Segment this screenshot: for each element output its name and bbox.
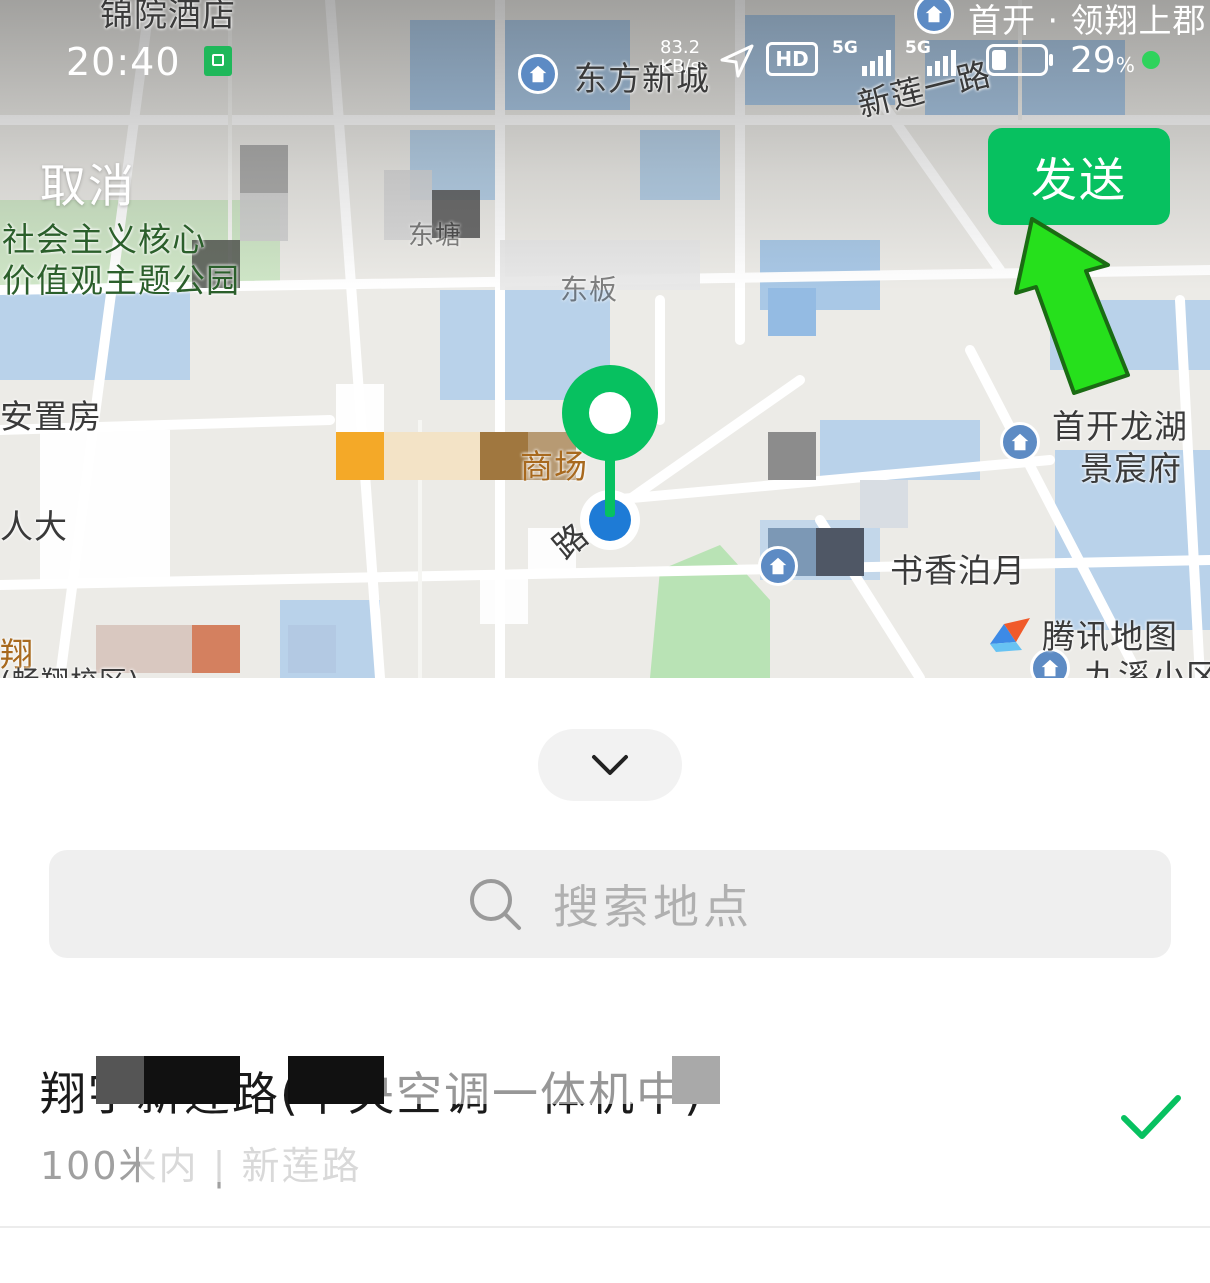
location-pin-icon [562, 365, 658, 550]
search-icon [470, 879, 521, 930]
battery-fill [992, 50, 1006, 70]
annotation-arrow-icon [1014, 217, 1130, 395]
hd-badge: HD [766, 42, 818, 76]
location-result-item[interactable]: 翔宇新莲路(中央空调一体机中) 100米内 | 新莲路 [0, 1030, 1210, 1226]
privacy-blur [140, 1134, 560, 1182]
map-label-dongtang: 东塘 [408, 221, 463, 251]
tencent-map-logo-icon [990, 618, 1030, 652]
map-label-longhu-1: 首开龙湖 [1052, 407, 1188, 446]
cancel-button[interactable]: 取消 [40, 150, 136, 216]
poi-home-icon [518, 54, 558, 94]
search-location-input[interactable]: 搜索地点 [49, 850, 1171, 958]
map-label-anzhifang: 安置房 [0, 397, 102, 436]
battery-percent: 29% [1070, 40, 1135, 81]
map-label-lingxiang: 首开 · 领翔上郡 [968, 1, 1207, 40]
map-label-hotel: 锦院酒店 [100, 0, 236, 34]
privacy-blur [144, 1056, 240, 1104]
collapse-sheet-button[interactable] [538, 729, 682, 801]
notification-app-icon [204, 46, 232, 76]
privacy-blur [288, 1056, 384, 1104]
network-speed: 83.2 KB/s [660, 38, 700, 76]
network-speed-value: 83.2 [660, 37, 701, 58]
privacy-indicator-dot [1142, 51, 1160, 69]
map-label-dongban: 东板 [560, 273, 619, 306]
battery-percent-unit: % [1115, 53, 1135, 77]
map-label-longhu-2: 景宸府 [1080, 449, 1182, 488]
privacy-blur [96, 1056, 144, 1104]
list-divider [0, 1226, 1210, 1228]
map-label-park-2: 价值观主题公园 [2, 261, 240, 300]
map-label-shuxiang: 书香泊月 [890, 551, 1026, 590]
search-placeholder: 搜索地点 [553, 880, 753, 934]
battery-icon [986, 44, 1054, 76]
signal-strength-icon [927, 50, 956, 76]
map-label-ren: 人大 [0, 507, 68, 546]
chevron-down-icon [592, 755, 628, 775]
tencent-map-logo: 腾讯地图 [986, 610, 1178, 658]
map-label-xiang-sub: (畅翔校区) [0, 660, 140, 678]
signal-strength-icon [862, 50, 891, 76]
tencent-map-brand-text: 腾讯地图 [1042, 617, 1178, 656]
privacy-blur [384, 1056, 672, 1104]
battery-percent-value: 29 [1070, 40, 1116, 81]
location-arrow-icon [720, 44, 754, 78]
privacy-blur [672, 1056, 720, 1104]
selected-check-icon [1121, 1095, 1181, 1139]
poi-home-icon [1000, 422, 1040, 462]
status-time: 20:40 [66, 40, 181, 84]
poi-home-icon [758, 546, 798, 586]
network-speed-unit: KB/s [660, 56, 700, 77]
